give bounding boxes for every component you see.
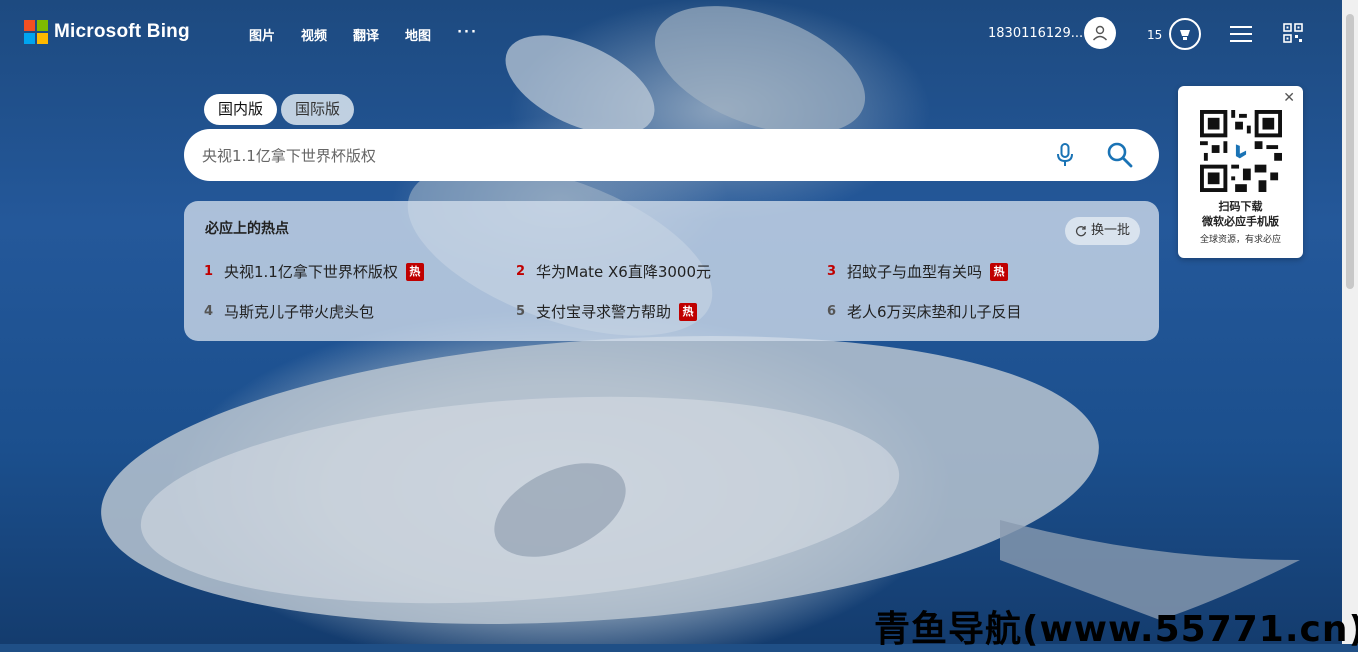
trending-rank: 2	[516, 264, 526, 279]
watermark-text: 青鱼导航(www.55771.cn)	[874, 609, 1358, 650]
qr-code-image	[1200, 110, 1282, 192]
nav-translate[interactable]: 翻译	[353, 25, 379, 44]
tab-domestic[interactable]: 国内版	[204, 94, 278, 125]
nav-images[interactable]: 图片	[249, 25, 275, 44]
user-icon	[1092, 25, 1108, 41]
trophy-icon	[1180, 30, 1190, 40]
scrollbar-thumb[interactable]	[1346, 14, 1354, 289]
trending-rank: 6	[827, 304, 837, 319]
nav-videos[interactable]: 视频	[301, 25, 327, 44]
trending-item-6[interactable]: 6 老人6万买床垫和儿子反目	[827, 301, 1022, 322]
scrollbar[interactable]	[1342, 0, 1358, 644]
trending-panel: 必应上的热点 换一批 1 央视1.1亿拿下世界杯版权 热 2 华为Mate X6…	[184, 201, 1159, 341]
close-icon[interactable]: ✕	[1283, 90, 1295, 106]
trending-text: 马斯克儿子带火虎头包	[224, 303, 375, 321]
trending-item-5[interactable]: 5 支付宝寻求警方帮助 热	[516, 301, 698, 322]
trending-rank: 3	[827, 264, 837, 279]
nav-maps[interactable]: 地图	[405, 25, 431, 44]
search-input[interactable]	[200, 129, 1024, 183]
trending-text: 华为Mate X6直降3000元	[536, 263, 712, 281]
trending-rank: 1	[204, 264, 214, 279]
top-nav: 图片 视频 翻译 地图 ···	[249, 25, 478, 44]
qr-caption-1: 扫码下载	[1218, 200, 1263, 213]
refresh-icon	[1075, 226, 1087, 237]
trending-item-4[interactable]: 4 马斯克儿子带火虎头包	[204, 301, 374, 322]
trending-text: 招蚊子与血型有关吗	[847, 263, 983, 281]
refresh-label: 换一批	[1091, 223, 1131, 238]
trending-item-1[interactable]: 1 央视1.1亿拿下世界杯版权 热	[204, 261, 424, 282]
hot-badge: 热	[679, 302, 698, 321]
trending-text: 老人6万买床垫和儿子反目	[847, 303, 1022, 321]
user-name[interactable]: 1830116129...	[988, 26, 1083, 41]
nav-more[interactable]: ···	[457, 25, 478, 44]
qr-code-icon[interactable]	[1283, 23, 1303, 43]
qr-caption-2: 微软必应手机版	[1202, 215, 1279, 228]
trending-rank: 4	[204, 304, 214, 319]
search-icon[interactable]	[1106, 141, 1134, 169]
hot-badge: 热	[990, 262, 1009, 281]
trending-text: 央视1.1亿拿下世界杯版权	[224, 263, 398, 281]
rewards-points[interactable]: 15	[1147, 28, 1162, 42]
trending-title: 必应上的热点	[205, 221, 289, 237]
tab-international[interactable]: 国际版	[281, 94, 355, 125]
hamburger-menu-icon[interactable]	[1230, 26, 1252, 47]
microphone-icon[interactable]	[1055, 142, 1075, 168]
region-tabs: 国内版 国际版	[204, 94, 355, 125]
rewards-icon[interactable]	[1169, 18, 1201, 50]
app-download-card: ✕ 扫码下载 微软必应手机版 全球资源，有求必应	[1178, 86, 1303, 258]
qr-caption-3: 全球资源，有求必应	[1199, 235, 1281, 245]
trending-item-2[interactable]: 2 华为Mate X6直降3000元	[516, 261, 711, 282]
trending-text: 支付宝寻求警方帮助	[536, 303, 672, 321]
avatar[interactable]	[1084, 17, 1116, 49]
microsoft-logo-icon	[24, 20, 48, 44]
trending-item-3[interactable]: 3 招蚊子与血型有关吗 热	[827, 261, 1009, 282]
bing-logo[interactable]: Microsoft Bing	[24, 20, 190, 44]
refresh-button[interactable]: 换一批	[1065, 217, 1141, 245]
hot-badge: 热	[405, 262, 424, 281]
trending-rank: 5	[516, 304, 526, 319]
search-box	[184, 129, 1159, 183]
brand-name: Microsoft Bing	[54, 21, 190, 42]
